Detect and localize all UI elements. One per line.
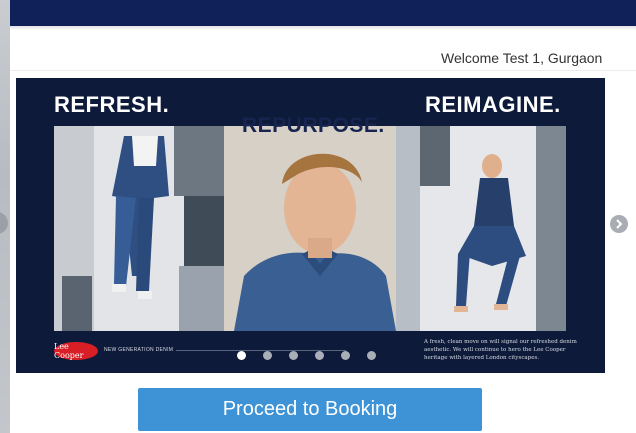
header-divider [10,70,636,71]
topbar-shadow [10,26,636,30]
carousel-dot-4[interactable] [315,351,324,360]
banner-blurb: A fresh, clean move on will signal our r… [424,339,577,361]
banner-panel-center [224,126,396,331]
banner-panel-left [54,126,224,331]
banner-word-repurpose: REPURPOSE. [242,114,385,137]
carousel-dot-3[interactable] [289,351,298,360]
model-figure-right [396,126,566,331]
promo-banner-carousel[interactable]: REFRESH. REPURPOSE. REIMAGINE. Lee Coope… [16,78,605,373]
chevron-right-icon [616,219,623,229]
welcome-message: Welcome Test 1, Gurgaon [441,50,603,66]
banner-panel-right [396,126,566,331]
banner-word-reimagine: REIMAGINE. [425,92,561,117]
carousel-dot-1[interactable] [237,351,246,360]
model-figure-left [54,126,224,331]
carousel-dot-6[interactable] [367,351,376,360]
banner-word-refresh: REFRESH. [54,92,170,117]
proceed-to-booking-button[interactable]: Proceed to Booking [138,388,482,431]
model-portrait-center [224,126,396,331]
carousel-dot-5[interactable] [341,351,350,360]
banner-tagline: NEW GENERATION DENIM [104,347,174,353]
top-navigation-bar [10,0,636,26]
prev-slide-icon[interactable] [0,212,8,234]
lee-cooper-logo: Lee Cooper [54,342,98,360]
left-edge-panel [0,0,10,433]
next-slide-button[interactable] [610,215,628,233]
carousel-dot-2[interactable] [263,351,272,360]
carousel-indicators [237,351,376,360]
